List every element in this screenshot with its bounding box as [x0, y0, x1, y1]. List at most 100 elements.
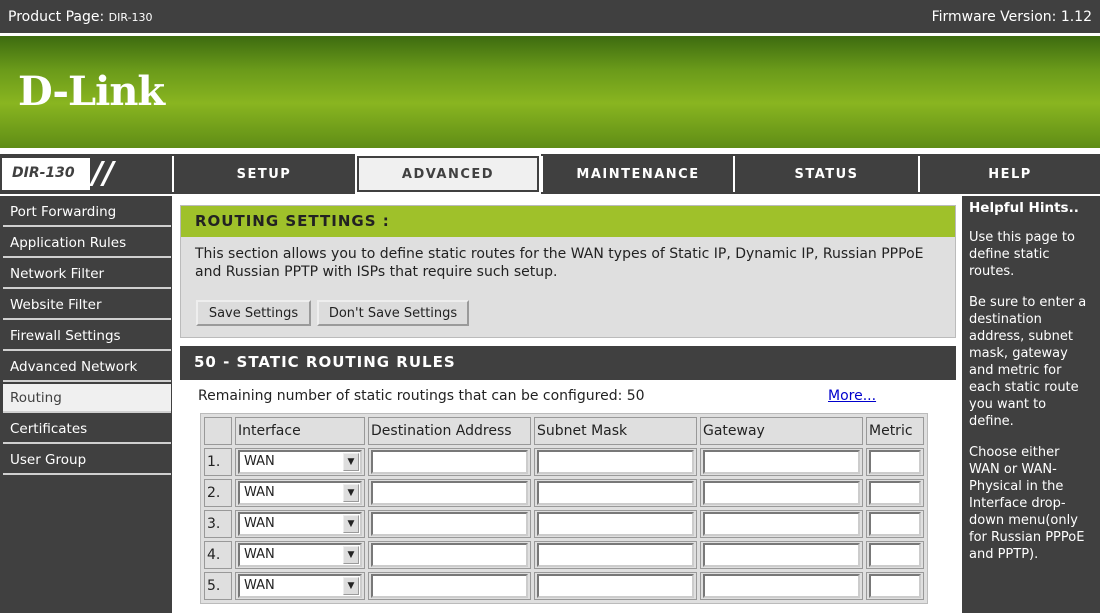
- destination-input[interactable]: [371, 543, 528, 567]
- firmware-version: Firmware Version: 1.12: [931, 8, 1092, 25]
- tab-status[interactable]: STATUS: [733, 156, 918, 192]
- row-number: 2.: [204, 479, 232, 507]
- table-row: 3. WAN ▼: [204, 510, 924, 538]
- sidebar-item-port-forwarding[interactable]: Port Forwarding: [3, 198, 171, 227]
- interface-select[interactable]: WAN ▼: [238, 450, 362, 474]
- sidebar-item-firewall-settings[interactable]: Firewall Settings: [3, 322, 171, 351]
- product-model: DIR-130: [108, 10, 153, 24]
- metric-input[interactable]: [869, 481, 921, 505]
- metric-cell: [866, 510, 924, 538]
- row-number: 3.: [204, 510, 232, 538]
- metric-cell: [866, 479, 924, 507]
- table-row: 4. WAN ▼: [204, 541, 924, 569]
- interface-cell: WAN ▼: [235, 541, 365, 569]
- sidebar-item-application-rules[interactable]: Application Rules: [3, 229, 171, 258]
- chevron-down-icon[interactable]: ▼: [343, 453, 359, 471]
- table-row: 5. WAN ▼: [204, 572, 924, 600]
- metric-cell: [866, 448, 924, 476]
- top-bar: Product Page: DIR-130 Firmware Version: …: [0, 0, 1100, 33]
- sidebar: Port Forwarding Application Rules Networ…: [0, 196, 172, 613]
- metric-cell: [866, 541, 924, 569]
- col-interface: Interface: [235, 417, 365, 445]
- gateway-input[interactable]: [703, 543, 860, 567]
- gateway-input[interactable]: [703, 512, 860, 536]
- hint-text: Choose either WAN or WAN-Physical in the…: [969, 445, 1085, 562]
- subnet-mask-input[interactable]: [537, 481, 694, 505]
- sidebar-item-user-group[interactable]: User Group: [3, 446, 171, 475]
- sidebar-item-advanced-network[interactable]: Advanced Network: [3, 353, 171, 382]
- gateway-cell: [700, 572, 863, 600]
- banner: D-Link: [0, 36, 1100, 148]
- interface-value: WAN: [244, 516, 275, 531]
- metric-input[interactable]: [869, 450, 921, 474]
- subnet-mask-input[interactable]: [537, 450, 694, 474]
- destination-cell: [368, 541, 531, 569]
- row-number: 4.: [204, 541, 232, 569]
- col-gateway: Gateway: [700, 417, 863, 445]
- interface-select[interactable]: WAN ▼: [238, 512, 362, 536]
- sidebar-item-routing[interactable]: Routing: [3, 384, 171, 413]
- metric-input[interactable]: [869, 512, 921, 536]
- gateway-cell: [700, 541, 863, 569]
- table-row: 1. WAN ▼: [204, 448, 924, 476]
- metric-input[interactable]: [869, 543, 921, 567]
- sidebar-item-network-filter[interactable]: Network Filter: [3, 260, 171, 289]
- sidebar-item-website-filter[interactable]: Website Filter: [3, 291, 171, 320]
- col-metric: Metric: [866, 417, 924, 445]
- destination-input[interactable]: [371, 450, 528, 474]
- sidebar-item-certificates[interactable]: Certificates: [3, 415, 171, 444]
- interface-select[interactable]: WAN ▼: [238, 481, 362, 505]
- interface-cell: WAN ▼: [235, 448, 365, 476]
- gateway-input[interactable]: [703, 481, 860, 505]
- subnet-mask-input[interactable]: [537, 543, 694, 567]
- helpful-hints: Helpful Hints.. Use this page to define …: [962, 196, 1100, 613]
- row-number: 1.: [204, 448, 232, 476]
- dont-save-settings-button[interactable]: Don't Save Settings: [317, 300, 469, 326]
- gateway-cell: [700, 479, 863, 507]
- more-link[interactable]: More...: [828, 388, 876, 404]
- tab-help[interactable]: HELP: [918, 156, 1100, 192]
- routing-settings-section: ROUTING SETTINGS : This section allows y…: [180, 205, 956, 338]
- col-subnet-mask: Subnet Mask: [534, 417, 697, 445]
- slashes-decoration: //: [92, 156, 114, 191]
- mask-cell: [534, 510, 697, 538]
- model-badge: DIR-130: [2, 158, 90, 190]
- destination-input[interactable]: [371, 574, 528, 598]
- subnet-mask-input[interactable]: [537, 574, 694, 598]
- tab-advanced[interactable]: ADVANCED: [355, 154, 541, 194]
- interface-cell: WAN ▼: [235, 479, 365, 507]
- interface-cell: WAN ▼: [235, 510, 365, 538]
- interface-value: WAN: [244, 578, 275, 593]
- interface-select[interactable]: WAN ▼: [238, 543, 362, 567]
- mask-cell: [534, 572, 697, 600]
- tab-setup[interactable]: SETUP: [172, 156, 354, 192]
- chevron-down-icon[interactable]: ▼: [343, 484, 359, 502]
- chevron-down-icon[interactable]: ▼: [343, 577, 359, 595]
- hints-title: Helpful Hints..: [969, 200, 1079, 216]
- interface-cell: WAN ▼: [235, 572, 365, 600]
- tab-maintenance[interactable]: MAINTENANCE: [541, 156, 733, 192]
- subnet-mask-input[interactable]: [537, 512, 694, 536]
- metric-input[interactable]: [869, 574, 921, 598]
- chevron-down-icon[interactable]: ▼: [343, 515, 359, 533]
- destination-cell: [368, 479, 531, 507]
- destination-input[interactable]: [371, 481, 528, 505]
- gateway-input[interactable]: [703, 450, 860, 474]
- interface-select[interactable]: WAN ▼: [238, 574, 362, 598]
- rules-title: 50 - STATIC ROUTING RULES: [180, 346, 956, 380]
- main-content: ROUTING SETTINGS : This section allows y…: [172, 196, 962, 613]
- section-description: This section allows you to define static…: [195, 246, 924, 280]
- interface-value: WAN: [244, 454, 275, 469]
- remaining-count: Remaining number of static routings that…: [198, 388, 645, 404]
- col-destination: Destination Address: [368, 417, 531, 445]
- interface-value: WAN: [244, 485, 275, 500]
- static-routing-rules-section: 50 - STATIC ROUTING RULES Remaining numb…: [180, 346, 956, 613]
- save-settings-button[interactable]: Save Settings: [196, 300, 311, 326]
- gateway-cell: [700, 510, 863, 538]
- gateway-input[interactable]: [703, 574, 860, 598]
- hint-text: Be sure to enter a destination address, …: [969, 295, 1087, 429]
- metric-cell: [866, 572, 924, 600]
- destination-input[interactable]: [371, 512, 528, 536]
- chevron-down-icon[interactable]: ▼: [343, 546, 359, 564]
- section-title: ROUTING SETTINGS :: [181, 206, 955, 237]
